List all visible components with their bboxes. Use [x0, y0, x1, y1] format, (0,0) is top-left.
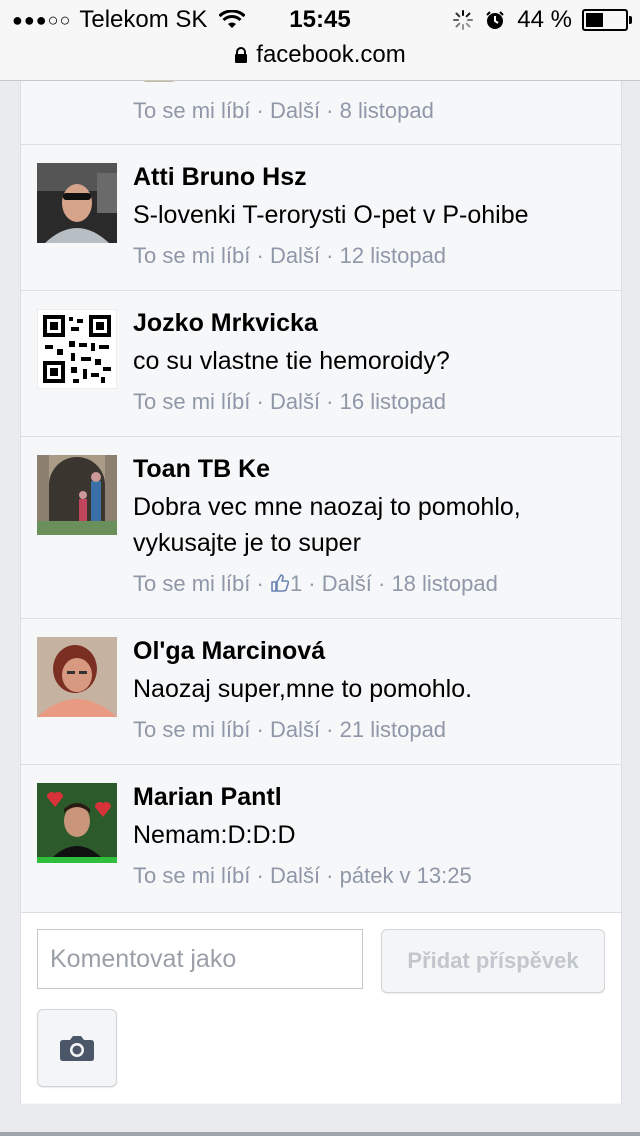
commenter-name[interactable]: Marian Pantl: [133, 783, 282, 812]
status-left: ●●●○○ Telekom SK: [12, 0, 246, 40]
qr-code-image: [37, 309, 117, 389]
comment-text: S-lovenki T-erorysti O-pet v P-ohibe: [133, 201, 529, 229]
signal-strength: ●●●○○: [12, 10, 72, 30]
comment-text: Dobra vec mne naozaj to pomohlo, vykusaj…: [133, 493, 521, 557]
like-link[interactable]: To se mi líbí: [133, 243, 250, 268]
more-link[interactable]: Další: [270, 717, 320, 742]
like-link[interactable]: To se mi líbí: [133, 571, 250, 596]
likes-count[interactable]: 1: [290, 571, 302, 596]
comments-card: To se mi líbí · Další · 8 listopad Atti …: [20, 74, 622, 1104]
comment-date: 8 listopad: [339, 98, 434, 123]
more-link[interactable]: Další: [322, 571, 372, 596]
commenter-name[interactable]: Toan TB Ke: [133, 455, 270, 484]
like-link[interactable]: To se mi líbí: [133, 389, 250, 414]
comment-compose: Přidat příspěvek: [21, 912, 621, 1103]
comment-meta: To se mi líbí · Další · 21 listopad: [133, 717, 447, 742]
activity-spinner-icon: [453, 10, 474, 30]
avatar[interactable]: [37, 637, 117, 717]
comment-date: 18 listopad: [391, 571, 498, 596]
wifi-icon: [219, 10, 246, 28]
comment-meta: To se mi líbí · 1 · Další · 18 listopad: [133, 571, 498, 596]
url-domain: facebook.com: [256, 41, 406, 68]
avatar[interactable]: [37, 783, 117, 863]
more-link[interactable]: Další: [270, 243, 320, 268]
battery-percent: 44 %: [517, 6, 572, 33]
more-link[interactable]: Další: [270, 98, 320, 123]
post-comment-button[interactable]: Přidat příspěvek: [381, 929, 605, 993]
url-bar[interactable]: facebook.com: [0, 40, 640, 70]
commenter-name[interactable]: Ol'ga Marcinová: [133, 637, 325, 666]
avatar[interactable]: [37, 309, 117, 389]
bottom-divider: [0, 1132, 640, 1136]
comment-item: Marian Pantl Nemam:D:D:D To se mi líbí ·…: [21, 764, 621, 913]
comment-item: Ol'ga Marcinová Naozaj super,mne to pomo…: [21, 618, 621, 764]
comment-item: Jozko Mrkvicka co su vlastne tie hemoroi…: [21, 290, 621, 436]
thumbs-up-icon: [271, 574, 290, 592]
comment-date: 16 listopad: [339, 389, 447, 414]
comment-meta: To se mi líbí · Další · 12 listopad: [133, 243, 447, 268]
comment-date: 12 listopad: [339, 243, 447, 268]
like-link[interactable]: To se mi líbí: [133, 98, 250, 123]
battery-icon: [582, 9, 632, 31]
lock-icon: [235, 47, 248, 63]
carrier-name: Telekom SK: [79, 6, 208, 33]
more-link[interactable]: Další: [270, 863, 320, 888]
top-bar: 15:45 ●●●○○ Telekom SK 44 % facebook.com: [0, 0, 640, 81]
comment-item: Atti Bruno Hsz S-lovenki T-erorysti O-pe…: [21, 144, 621, 290]
avatar[interactable]: [37, 455, 117, 535]
alarm-icon: [486, 11, 505, 29]
like-link[interactable]: To se mi líbí: [133, 717, 250, 742]
comment-text: co su vlastne tie hemoroidy?: [133, 347, 450, 375]
comment-item: Toan TB Ke Dobra vec mne naozaj to pomoh…: [21, 436, 621, 618]
add-photo-button[interactable]: [37, 1009, 117, 1087]
commenter-name[interactable]: Atti Bruno Hsz: [133, 163, 307, 192]
commenter-name[interactable]: Jozko Mrkvicka: [133, 309, 318, 338]
comment-meta: To se mi líbí · Další · 16 listopad: [133, 389, 447, 414]
status-bar: 15:45 ●●●○○ Telekom SK 44 %: [0, 0, 640, 40]
comment-text: Naozaj super,mne to pomohlo.: [133, 675, 473, 703]
more-link[interactable]: Další: [270, 389, 320, 414]
comment-date: 21 listopad: [339, 717, 447, 742]
status-right: 44 %: [453, 0, 632, 40]
comment-text: Nemam:D:D:D: [133, 821, 296, 849]
comment-meta: To se mi líbí · Další · pátek v 13:25: [133, 863, 472, 888]
battery-nub: [629, 16, 632, 24]
camera-icon: [60, 1036, 94, 1061]
comment-meta: To se mi líbí · Další · 8 listopad: [133, 98, 434, 123]
avatar[interactable]: [37, 163, 117, 243]
comment-date: pátek v 13:25: [339, 863, 472, 888]
battery-fill: [586, 13, 603, 27]
like-link[interactable]: To se mi líbí: [133, 863, 250, 888]
comment-input[interactable]: [37, 929, 363, 989]
